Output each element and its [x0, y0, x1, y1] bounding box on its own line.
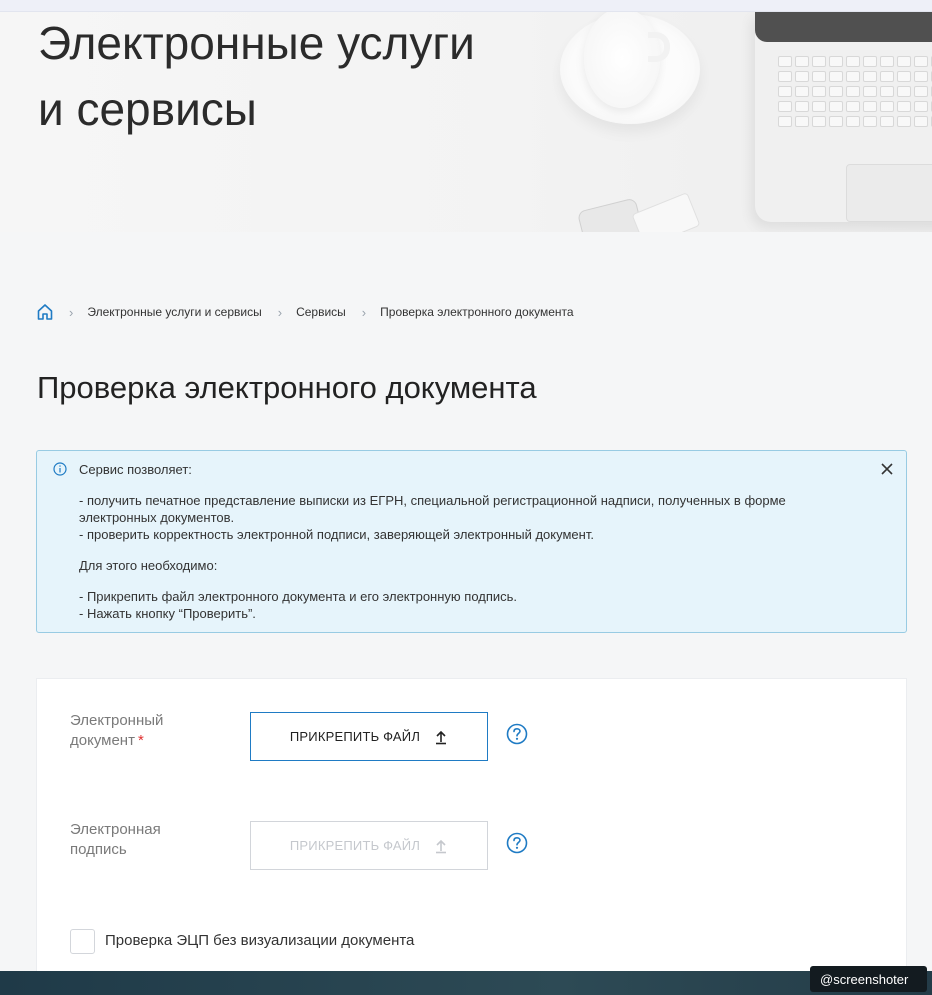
info-heading: Сервис позволяет: [79, 462, 192, 477]
breadcrumb-item-services[interactable]: Сервисы [296, 305, 346, 319]
hero-title: Электронные услуги и сервисы [38, 12, 475, 142]
info-bullet-2: - проверить корректность электронной под… [79, 527, 594, 542]
pills-decoration [631, 192, 701, 232]
hero-title-line1: Электронные услуги [38, 17, 475, 69]
info-bullets: - получить печатное представление выписк… [79, 492, 879, 543]
laptop-screen-edge [755, 12, 932, 42]
info-step-1: - Прикрепить файл электронного документа… [79, 589, 518, 604]
signature-label-line1: Электронная [70, 821, 161, 838]
help-icon[interactable] [506, 723, 528, 745]
attach-signature-label: ПРИКРЕПИТЬ ФАЙЛ [289, 838, 421, 853]
no-visualization-checkbox-label[interactable]: Проверка ЭЦП без визуализации документа [105, 932, 414, 949]
no-visualization-checkbox[interactable] [70, 929, 95, 954]
document-field-label: Электронный документ * [70, 711, 163, 751]
top-strip [0, 0, 932, 12]
breadcrumb-separator: › [69, 304, 74, 320]
info-body: - получить печатное представление выписк… [79, 492, 879, 636]
breadcrumb-separator: › [361, 304, 367, 320]
info-requirement-heading: Для этого необходимо: [79, 558, 218, 573]
info-alert: Сервис позволяет: - получить печатное пр… [36, 450, 907, 633]
home-icon[interactable] [37, 303, 53, 321]
laptop-keyboard [778, 56, 932, 127]
document-label-line2: документ * [70, 732, 144, 749]
page-title: Проверка электронного документа [37, 370, 537, 405]
breadcrumb-item-current: Проверка электронного документа [380, 305, 574, 319]
info-bullet-1-cont: электронных документов. [79, 510, 235, 525]
signature-field-label: Электронная подпись [70, 820, 161, 860]
upload-icon [434, 838, 448, 854]
info-steps: - Прикрепить файл электронного документа… [79, 588, 879, 622]
document-label-line1: Электронный [70, 712, 164, 729]
attach-signature-button[interactable]: ПРИКРЕПИТЬ ФАЙЛ [250, 821, 488, 870]
info-bullet-1: - получить печатное представление выписк… [79, 493, 786, 508]
info-icon [53, 462, 67, 476]
upload-icon [434, 729, 448, 745]
laptop-trackpad [846, 164, 932, 222]
breadcrumb-separator: › [277, 304, 283, 320]
info-step-2: - Нажать кнопку “Проверить”. [79, 606, 256, 621]
bottom-bar [0, 971, 932, 995]
screenshoter-watermark: @screenshoter [810, 966, 927, 992]
signature-label-line2: подпись [70, 841, 127, 858]
attach-document-label: ПРИКРЕПИТЬ ФАЙЛ [289, 729, 421, 744]
breadcrumb: › Электронные услуги и сервисы › Сервисы… [37, 303, 574, 321]
breadcrumb-item-electronic-services[interactable]: Электронные услуги и сервисы [87, 305, 261, 319]
help-icon[interactable] [506, 832, 528, 854]
close-icon[interactable] [881, 462, 893, 475]
hero-banner: Электронные услуги и сервисы [0, 12, 932, 232]
hero-title-line2: и сервисы [38, 83, 257, 135]
attach-document-button[interactable]: ПРИКРЕПИТЬ ФАЙЛ [250, 712, 488, 761]
required-mark: * [137, 732, 144, 749]
